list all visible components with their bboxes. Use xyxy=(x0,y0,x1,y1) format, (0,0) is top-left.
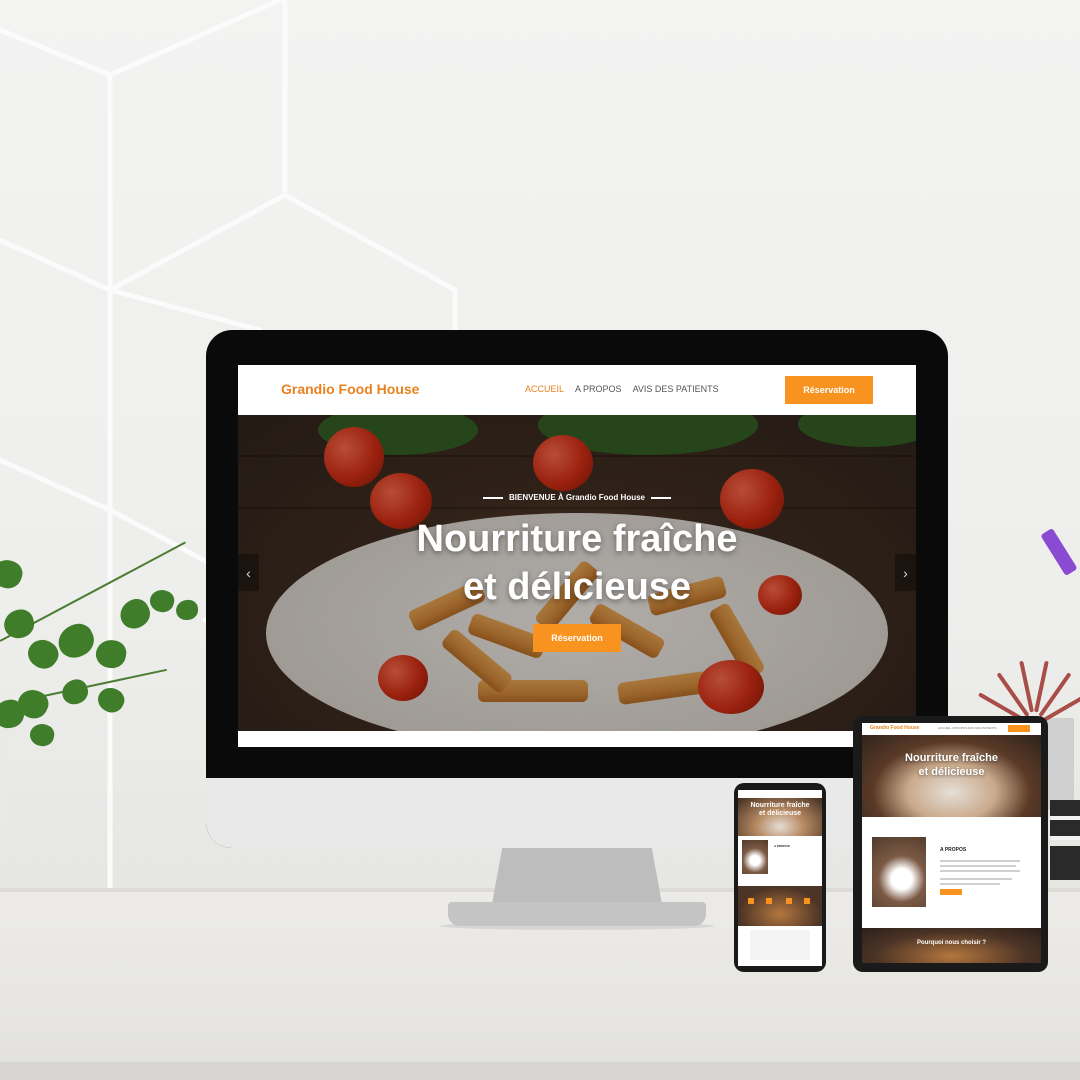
tablet-text-line xyxy=(940,878,1012,880)
hero-banner: BIENVENUE À Grandio Food House Nourritur… xyxy=(238,415,916,731)
tablet-text-line xyxy=(940,883,1000,885)
desk-front xyxy=(0,1062,1080,1080)
tablet-hero-title-line1: Nourriture fraîche xyxy=(905,752,998,764)
chevron-right-icon: › xyxy=(903,564,908,581)
phone-hero-title: Nourriture fraîche et délicieuse xyxy=(738,802,822,818)
tablet-nav-item[interactable]: ACCUEIL xyxy=(938,726,951,730)
phone-review-card xyxy=(750,930,810,960)
carousel-prev-button[interactable]: ‹ xyxy=(238,554,259,591)
ivy-pot xyxy=(0,740,6,820)
phone-feature-icon xyxy=(766,898,772,904)
site-logo[interactable]: Grandio Food House xyxy=(281,381,419,397)
phone-header xyxy=(738,790,822,798)
desktop-website-screen: Grandio Food House ACCUEIL A PROPOS AVIS… xyxy=(238,365,916,747)
book xyxy=(1050,846,1080,880)
phone-why-section xyxy=(738,886,822,926)
hero-title-line2: et délicieuse xyxy=(462,566,692,608)
phone-about-title: A PROPOS xyxy=(774,844,790,848)
book xyxy=(1050,820,1080,836)
monitor-chin xyxy=(206,778,948,848)
tablet-logo[interactable]: Grandio Food House xyxy=(870,725,919,731)
phone-feature-icon xyxy=(748,898,754,904)
tablet-nav-item[interactable]: A PROPOS xyxy=(952,726,968,730)
tablet-about-title: A PROPOS xyxy=(940,847,967,853)
phone-hero-title-line2: et délicieuse xyxy=(758,810,802,817)
tablet-reservation-button[interactable] xyxy=(1008,725,1030,732)
nav-item-avis[interactable]: AVIS DES PATIENTS xyxy=(633,384,719,394)
tablet-why-title: Pourquoi nous choisir ? xyxy=(917,940,986,946)
tablet-nav-item[interactable]: AVIS DES PATIENTS xyxy=(968,726,997,730)
site-header: Grandio Food House ACCUEIL A PROPOS AVIS… xyxy=(238,365,916,415)
phone-feature-icon xyxy=(804,898,810,904)
tablet-about-button[interactable] xyxy=(940,889,962,895)
tablet-text-line xyxy=(940,860,1020,862)
tablet-chef-image xyxy=(872,837,926,907)
site-nav: ACCUEIL A PROPOS AVIS DES PATIENTS xyxy=(525,384,728,394)
chevron-left-icon: ‹ xyxy=(246,564,251,581)
nav-item-accueil[interactable]: ACCUEIL xyxy=(525,384,564,394)
kicker-dash xyxy=(651,496,671,499)
phone-hero-title-line1: Nourriture fraîche xyxy=(750,802,810,809)
hero-reservation-button[interactable]: Réservation xyxy=(533,624,621,652)
nav-item-a-propos[interactable]: A PROPOS xyxy=(575,384,622,394)
tablet-nav: ACCUEIL A PROPOS AVIS DES PATIENTS xyxy=(938,726,996,730)
reservation-button[interactable]: Réservation xyxy=(785,376,873,404)
tablet-hero-title-line2: et délicieuse xyxy=(918,766,985,778)
tablet-hero-title: Nourriture fraîche et délicieuse xyxy=(862,751,1041,779)
book-page-edge xyxy=(1050,836,1080,840)
hero-title: Nourriture fraîche et délicieuse xyxy=(338,515,816,611)
hero-kicker-text: BIENVENUE À Grandio Food House xyxy=(508,493,645,502)
tablet-text-line xyxy=(940,870,1020,872)
monitor-stand-neck xyxy=(492,848,662,904)
monitor-stand-foot xyxy=(448,902,706,926)
phone-chef-image xyxy=(742,840,768,874)
tablet-header: Grandio Food House ACCUEIL A PROPOS AVIS… xyxy=(862,723,1041,735)
book xyxy=(1050,800,1080,816)
hero-kicker: BIENVENUE À Grandio Food House xyxy=(238,493,916,502)
phone-website-screen: Nourriture fraîche et délicieuse A PROPO… xyxy=(738,790,822,966)
carousel-next-button[interactable]: › xyxy=(895,554,916,591)
tablet-text-line xyxy=(940,865,1016,867)
kicker-dash xyxy=(482,496,503,499)
tablet-website-screen: Grandio Food House ACCUEIL A PROPOS AVIS… xyxy=(862,723,1041,963)
hero-title-line1: Nourriture fraîche xyxy=(416,518,738,560)
phone-feature-icon xyxy=(786,898,792,904)
